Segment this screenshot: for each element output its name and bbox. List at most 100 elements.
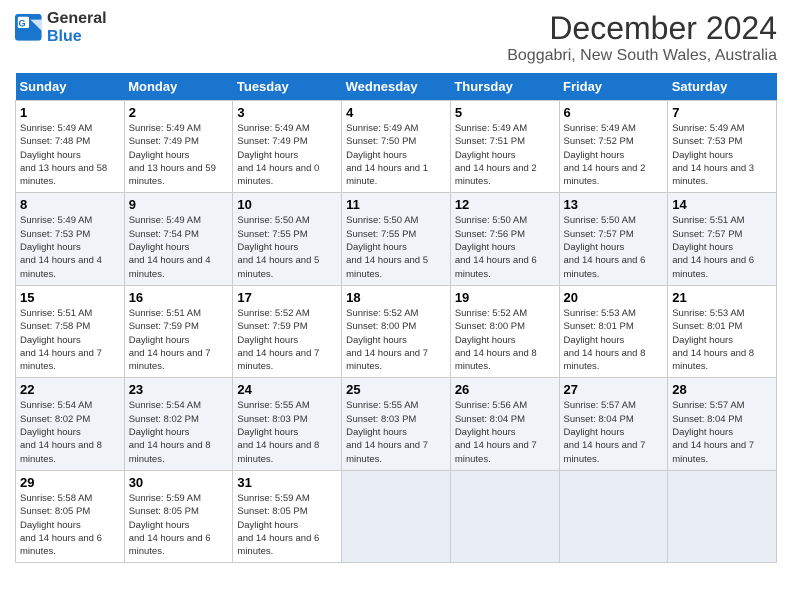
day-cell: 8 Sunrise: 5:49 AMSunset: 7:53 PMDaylight…	[16, 193, 125, 285]
day-info: Sunrise: 5:50 AMSunset: 7:56 PMDaylight …	[455, 214, 555, 280]
day-cell	[450, 470, 559, 562]
day-number: 23	[129, 382, 229, 397]
day-number: 15	[20, 290, 120, 305]
day-cell: 17 Sunrise: 5:52 AMSunset: 7:59 PMDayligh…	[233, 285, 342, 377]
day-number: 10	[237, 197, 337, 212]
day-number: 1	[20, 105, 120, 120]
day-cell: 6 Sunrise: 5:49 AMSunset: 7:52 PMDaylight…	[559, 101, 668, 193]
day-number: 30	[129, 475, 229, 490]
svg-text:G: G	[19, 19, 26, 29]
day-info: Sunrise: 5:55 AMSunset: 8:03 PMDaylight …	[346, 399, 446, 465]
header-tuesday: Tuesday	[233, 73, 342, 101]
day-cell: 16Sunrise: 5:51 AMSunset: 7:59 PMDayligh…	[124, 285, 233, 377]
day-info: Sunrise: 5:57 AMSunset: 8:04 PMDaylight …	[672, 399, 772, 465]
header-saturday: Saturday	[668, 73, 777, 101]
day-number: 11	[346, 197, 446, 212]
week-row-5: 29 Sunrise: 5:58 AMSunset: 8:05 PMDayligh…	[16, 470, 777, 562]
day-number: 12	[455, 197, 555, 212]
day-cell: 29 Sunrise: 5:58 AMSunset: 8:05 PMDayligh…	[16, 470, 125, 562]
day-info: Sunrise: 5:49 AMSunset: 7:53 PMDaylight …	[20, 214, 120, 280]
day-cell: 21Sunrise: 5:53 AMSunset: 8:01 PMDayligh…	[668, 285, 777, 377]
day-number: 14	[672, 197, 772, 212]
main-title: December 2024	[507, 10, 777, 47]
header: G General Blue December 2024 Boggabri, N…	[15, 10, 777, 65]
day-info: Sunrise: 5:49 AMSunset: 7:52 PMDaylight …	[564, 122, 664, 188]
day-info: Sunrise: 5:49 AMSunset: 7:49 PMDaylight …	[129, 122, 229, 188]
day-cell: 22 Sunrise: 5:54 AMSunset: 8:02 PMDayligh…	[16, 378, 125, 470]
day-cell: 24 Sunrise: 5:55 AMSunset: 8:03 PMDayligh…	[233, 378, 342, 470]
logo-icon: G	[15, 14, 43, 42]
day-number: 4	[346, 105, 446, 120]
day-cell: 31 Sunrise: 5:59 AMSunset: 8:05 PMDayligh…	[233, 470, 342, 562]
day-cell: 5 Sunrise: 5:49 AMSunset: 7:51 PMDaylight…	[450, 101, 559, 193]
day-number: 21	[672, 290, 772, 305]
day-cell: 11 Sunrise: 5:50 AMSunset: 7:55 PMDayligh…	[342, 193, 451, 285]
day-cell: 28 Sunrise: 5:57 AMSunset: 8:04 PMDayligh…	[668, 378, 777, 470]
title-section: December 2024 Boggabri, New South Wales,…	[507, 10, 777, 65]
week-row-4: 22 Sunrise: 5:54 AMSunset: 8:02 PMDayligh…	[16, 378, 777, 470]
day-number: 25	[346, 382, 446, 397]
day-number: 6	[564, 105, 664, 120]
day-number: 31	[237, 475, 337, 490]
day-info: Sunrise: 5:51 AMSunset: 7:58 PMDaylight …	[20, 307, 120, 373]
day-info: Sunrise: 5:52 AMSunset: 8:00 PMDaylight …	[346, 307, 446, 373]
day-number: 17	[237, 290, 337, 305]
day-number: 13	[564, 197, 664, 212]
header-friday: Friday	[559, 73, 668, 101]
day-info: Sunrise: 5:59 AMSunset: 8:05 PMDaylight …	[237, 492, 337, 558]
day-number: 22	[20, 382, 120, 397]
day-cell: 15 Sunrise: 5:51 AMSunset: 7:58 PMDayligh…	[16, 285, 125, 377]
header-sunday: Sunday	[16, 73, 125, 101]
day-number: 9	[129, 197, 229, 212]
day-number: 7	[672, 105, 772, 120]
day-number: 2	[129, 105, 229, 120]
week-row-3: 15 Sunrise: 5:51 AMSunset: 7:58 PMDayligh…	[16, 285, 777, 377]
day-info: Sunrise: 5:54 AMSunset: 8:02 PMDaylight …	[129, 399, 229, 465]
header-row: Sunday Monday Tuesday Wednesday Thursday…	[16, 73, 777, 101]
day-cell: 19 Sunrise: 5:52 AMSunset: 8:00 PMDayligh…	[450, 285, 559, 377]
header-monday: Monday	[124, 73, 233, 101]
day-info: Sunrise: 5:52 AMSunset: 8:00 PMDaylight …	[455, 307, 555, 373]
day-cell	[342, 470, 451, 562]
day-info: Sunrise: 5:59 AMSunset: 8:05 PMDaylight …	[129, 492, 229, 558]
day-info: Sunrise: 5:50 AMSunset: 7:55 PMDaylight …	[346, 214, 446, 280]
day-info: Sunrise: 5:50 AMSunset: 7:57 PMDaylight …	[564, 214, 664, 280]
day-cell: 7 Sunrise: 5:49 AMSunset: 7:53 PMDaylight…	[668, 101, 777, 193]
logo: G General Blue	[15, 10, 107, 46]
day-info: Sunrise: 5:55 AMSunset: 8:03 PMDaylight …	[237, 399, 337, 465]
day-number: 20	[564, 290, 664, 305]
day-info: Sunrise: 5:49 AMSunset: 7:51 PMDaylight …	[455, 122, 555, 188]
week-row-2: 8 Sunrise: 5:49 AMSunset: 7:53 PMDaylight…	[16, 193, 777, 285]
week-row-1: 1Sunrise: 5:49 AMSunset: 7:48 PMDaylight…	[16, 101, 777, 193]
day-number: 27	[564, 382, 664, 397]
day-cell: 13 Sunrise: 5:50 AMSunset: 7:57 PMDayligh…	[559, 193, 668, 285]
day-number: 29	[20, 475, 120, 490]
day-number: 24	[237, 382, 337, 397]
header-thursday: Thursday	[450, 73, 559, 101]
day-cell: 25 Sunrise: 5:55 AMSunset: 8:03 PMDayligh…	[342, 378, 451, 470]
day-info: Sunrise: 5:53 AMSunset: 8:01 PMDaylight …	[564, 307, 664, 373]
day-info: Sunrise: 5:50 AMSunset: 7:55 PMDaylight …	[237, 214, 337, 280]
day-cell: 3Sunrise: 5:49 AMSunset: 7:49 PMDaylight…	[233, 101, 342, 193]
day-number: 26	[455, 382, 555, 397]
day-info: Sunrise: 5:58 AMSunset: 8:05 PMDaylight …	[20, 492, 120, 558]
day-cell: 20 Sunrise: 5:53 AMSunset: 8:01 PMDayligh…	[559, 285, 668, 377]
day-cell: 9Sunrise: 5:49 AMSunset: 7:54 PMDaylight…	[124, 193, 233, 285]
day-number: 19	[455, 290, 555, 305]
day-cell: 30 Sunrise: 5:59 AMSunset: 8:05 PMDayligh…	[124, 470, 233, 562]
day-number: 5	[455, 105, 555, 120]
day-number: 28	[672, 382, 772, 397]
day-number: 18	[346, 290, 446, 305]
day-info: Sunrise: 5:54 AMSunset: 8:02 PMDaylight …	[20, 399, 120, 465]
day-number: 8	[20, 197, 120, 212]
day-number: 16	[129, 290, 229, 305]
day-info: Sunrise: 5:49 AMSunset: 7:53 PMDaylight …	[672, 122, 772, 188]
day-info: Sunrise: 5:49 AMSunset: 7:49 PMDaylight …	[237, 122, 337, 188]
day-cell: 1Sunrise: 5:49 AMSunset: 7:48 PMDaylight…	[16, 101, 125, 193]
calendar-table: Sunday Monday Tuesday Wednesday Thursday…	[15, 73, 777, 563]
day-info: Sunrise: 5:57 AMSunset: 8:04 PMDaylight …	[564, 399, 664, 465]
day-cell	[668, 470, 777, 562]
header-wednesday: Wednesday	[342, 73, 451, 101]
day-cell: 18 Sunrise: 5:52 AMSunset: 8:00 PMDayligh…	[342, 285, 451, 377]
day-info: Sunrise: 5:52 AMSunset: 7:59 PMDaylight …	[237, 307, 337, 373]
